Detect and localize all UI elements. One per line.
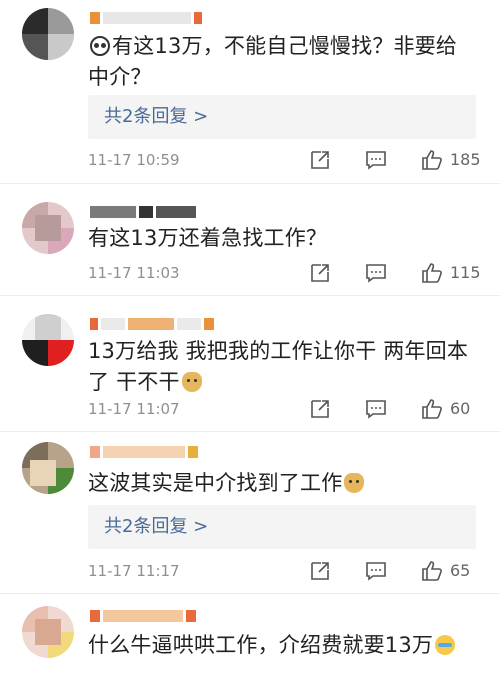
username[interactable] [90,446,198,460]
username[interactable] [90,318,214,332]
action-bar: 115 [276,260,481,286]
comment-item: 有这13万还着急找工作？ 11-17 11:03 115 [0,184,500,296]
username[interactable] [90,206,196,220]
comment-icon[interactable] [364,148,388,172]
comment-item: 这波其实是中介找到了工作 共2条回复 > 11-17 11:17 65 [0,432,500,594]
action-bar: 60 [276,396,480,422]
like-count: 115 [450,263,481,282]
doge-emoji-icon [344,473,365,493]
share-icon[interactable] [308,148,332,172]
doge-emoji-icon [181,372,202,392]
username[interactable] [90,610,196,624]
like-count: 60 [450,399,471,418]
like-count: 65 [450,561,471,580]
avatar[interactable] [22,8,74,60]
comment-text: 13万给我 我把我的工作让你干 两年回本了 干不干 [88,339,469,394]
comment-item: 有这13万，不能自己慢慢找？非要给中介？ 共2条回复 > 11-17 10:59… [0,0,500,184]
comment-time: 11-17 10:59 [88,151,180,169]
share-icon[interactable] [308,559,332,583]
crying-emoji-icon [435,635,456,655]
comment-text: 有这13万还着急找工作？ [88,226,328,250]
comment-text: 有这13万，不能自己慢慢找？非要给中介？ [88,34,458,89]
share-icon[interactable] [308,397,332,421]
comment-time: 11-17 11:07 [88,400,180,418]
view-replies-link[interactable]: 共2条回复 > [88,95,476,139]
comment-item: 什么牛逼哄哄工作，介绍费就要13万 [0,594,500,678]
comment-text: 什么牛逼哄哄工作，介绍费就要13万 [88,630,476,661]
like-count: 185 [450,150,481,169]
comment-icon[interactable] [364,559,388,583]
avatar[interactable] [22,606,74,658]
comment-time: 11-17 11:17 [88,562,180,580]
comment-icon[interactable] [364,261,388,285]
comment-item: 13万给我 我把我的工作让你干 两年回本了 干不干 11-17 11:07 60 [0,296,500,432]
share-icon[interactable] [308,261,332,285]
view-replies-link[interactable]: 共2条回复 > [88,505,476,549]
action-bar: 185 [276,147,481,173]
avatar[interactable] [22,442,74,494]
like-icon[interactable] [420,397,444,421]
comment-meta: 11-17 10:59 185 [88,147,488,173]
panda-emoji-icon [90,36,110,56]
action-bar: 65 [276,558,480,584]
like-icon[interactable] [420,559,444,583]
username[interactable] [90,12,202,26]
comment-meta: 11-17 11:17 65 [88,558,488,584]
comment-text: 这波其实是中介找到了工作 [88,468,476,499]
like-icon[interactable] [420,261,444,285]
comment-meta: 11-17 11:03 115 [88,260,488,286]
comment-meta: 11-17 11:07 60 [88,396,488,422]
comment-icon[interactable] [364,397,388,421]
avatar[interactable] [22,202,74,254]
comment-time: 11-17 11:03 [88,264,180,282]
like-icon[interactable] [420,148,444,172]
avatar[interactable] [22,314,74,366]
